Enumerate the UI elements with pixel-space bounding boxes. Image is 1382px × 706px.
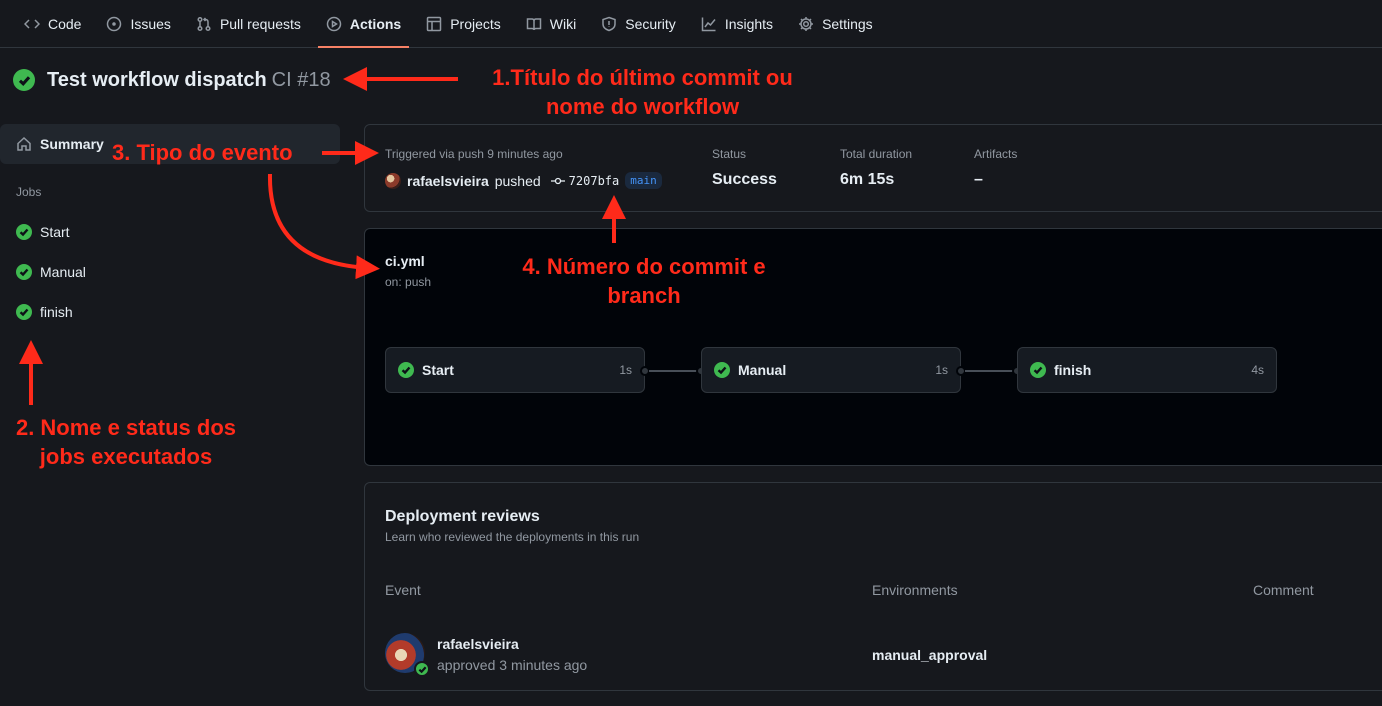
deployment-reviews-subtitle: Learn who reviewed the deployments in th… [385,530,640,544]
tab-issues[interactable]: Issues [98,0,178,47]
commit-link[interactable]: 7207bfa [550,173,620,188]
table-icon [426,16,442,31]
duration-value: 6m 15s [840,171,895,188]
annotation-4: 4. Número do commit e branch [500,252,788,310]
workflow-file-name: ci.yml [385,253,425,269]
deployment-reviews-title: Deployment reviews [385,508,540,525]
graph-job-label: Start [422,362,454,378]
graph-job-label: Manual [738,362,787,378]
annotation-2-line-1: 2. Nome e status dos [15,415,237,440]
tab-actions-label: Actions [349,15,402,32]
shield-icon [602,16,616,31]
commit-icon [550,177,565,184]
environment-name: manual_approval [872,647,988,663]
workflow-run-id[interactable]: CI #18 [272,69,331,92]
sidebar-jobs-heading: Jobs [16,185,42,199]
sidebar-job-start[interactable]: Start [16,222,70,242]
tab-code[interactable]: Code [16,0,89,47]
duration-label: Total duration [840,147,913,161]
actor-action: pushed [494,172,541,189]
graph-icon [701,17,716,31]
tab-security-label: Security [625,15,676,32]
artifacts-label: Artifacts [974,147,1018,161]
graph-job-label: finish [1054,362,1092,378]
tab-pull-requests-label: Pull requests [219,15,301,32]
check-circle-icon [1030,362,1046,378]
pull-request-icon [197,16,211,31]
deployment-reviews-card: Deployment reviews Learn who reviewed th… [364,482,1382,691]
tab-wiki-label: Wiki [549,15,577,32]
actor-link[interactable]: rafaelsvieira [407,173,489,189]
tab-security[interactable]: Security [593,0,684,47]
annotation-2: 2. Nome e status dos jobs executados [0,413,252,471]
run-header: Test workflow dispatch CI #18 [13,67,331,93]
issue-icon [107,16,122,31]
code-icon [24,18,40,29]
tab-settings[interactable]: Settings [790,0,881,47]
tab-issues-label: Issues [130,15,171,32]
sidebar-job-finish[interactable]: finish [16,302,73,322]
column-header-event: Event [385,582,421,598]
tab-pull-requests[interactable]: Pull requests [188,0,309,47]
sidebar-job-label: Start [40,224,70,240]
annotation-4-line-1: 4. Número do commit e [522,254,766,279]
annotation-3: 3. Tipo do evento [112,140,293,165]
artifacts-value: – [974,171,983,188]
check-circle-icon [16,304,32,320]
tab-insights[interactable]: Insights [693,0,781,47]
sidebar-job-manual[interactable]: Manual [16,262,86,282]
graph-job-finish[interactable]: finish 4s [1017,347,1277,393]
job-connector [649,370,697,372]
job-connector [965,370,1013,372]
graph-job-manual[interactable]: Manual 1s [701,347,961,393]
branch-badge[interactable]: main [625,172,662,189]
commit-sha: 7207bfa [568,173,620,188]
annotation-1: 1.Título do último commit ou nome do wor… [470,63,815,121]
status-value: Success [712,171,777,188]
graph-job-start[interactable]: Start 1s [385,347,645,393]
annotation-1-line-2: nome do workflow [545,94,740,119]
actions-run-page: Code Issues Pull requests Actions Projec… [0,0,1382,706]
run-title: Test workflow dispatch [47,68,267,91]
review-action: approved 3 minutes ago [437,657,588,673]
check-circle-icon [398,362,414,378]
column-header-comment: Comment [1253,582,1314,598]
sidebar-summary-label: Summary [40,136,104,152]
workflow-trigger: on: push [385,275,432,289]
check-circle-icon [414,661,430,677]
tab-settings-label: Settings [822,15,873,32]
home-icon [17,136,31,151]
check-circle-icon [16,224,32,240]
tab-actions[interactable]: Actions [317,0,410,48]
annotation-4-line-2: branch [607,283,681,308]
run-summary-card: Triggered via push 9 minutes ago rafaels… [364,124,1382,212]
annotation-arrow-3b [267,173,380,280]
trigger-text: Triggered via push 9 minutes ago [385,147,563,161]
sidebar-job-label: Manual [40,264,86,280]
tab-code-label: Code [48,15,82,32]
tab-insights-label: Insights [724,15,774,32]
graph-job-duration: 4s [1251,363,1264,377]
avatar[interactable] [385,633,430,677]
avatar[interactable] [385,172,401,189]
status-label: Status [712,147,747,161]
annotation-2-line-2: jobs executados [39,444,213,469]
tab-projects-label: Projects [450,15,501,32]
sidebar-job-label: finish [40,304,73,320]
check-circle-icon [16,264,32,280]
graph-job-duration: 1s [935,363,948,377]
gear-icon [799,16,814,31]
tab-projects[interactable]: Projects [418,0,509,47]
column-header-environments: Environments [872,582,958,598]
repo-nav: Code Issues Pull requests Actions Projec… [0,0,1382,48]
book-icon [526,17,542,30]
push-info: rafaelsvieira pushed 7207bfa main [385,172,662,189]
annotation-1-line-1: 1.Título do último commit ou [492,65,793,90]
reviewer-link[interactable]: rafaelsvieira [437,636,519,652]
check-circle-icon [714,362,730,378]
play-icon [326,16,342,31]
tab-wiki[interactable]: Wiki [518,0,584,47]
check-circle-icon [13,69,35,91]
graph-job-duration: 1s [619,363,632,377]
